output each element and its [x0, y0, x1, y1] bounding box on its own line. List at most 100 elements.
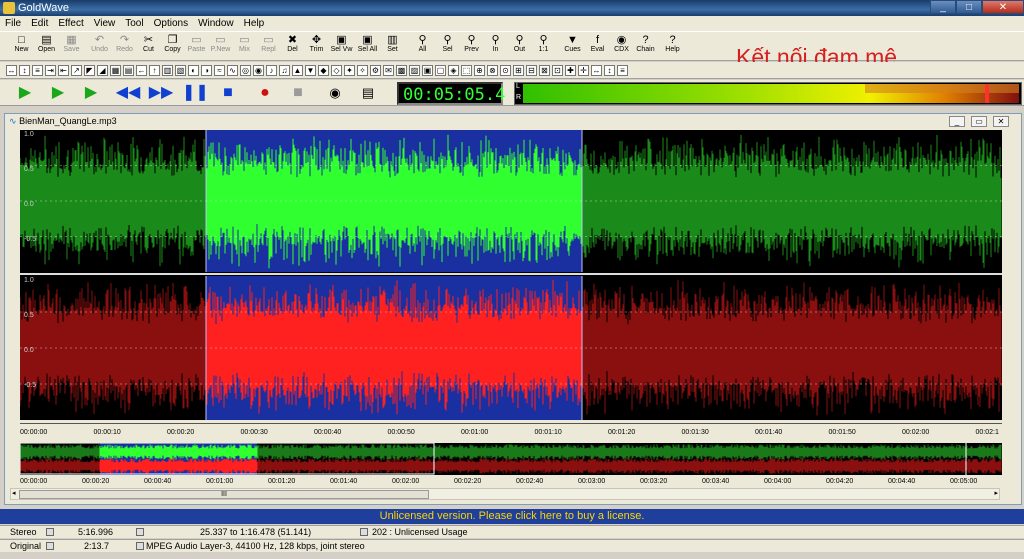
- effect-tool-icon[interactable]: ◈: [448, 65, 459, 76]
- effect-tool-icon[interactable]: ⇥: [45, 65, 56, 76]
- effect-tool-icon[interactable]: ◢: [97, 65, 108, 76]
- effect-tool-icon[interactable]: ≈: [214, 65, 225, 76]
- chain-button[interactable]: ? Chain: [634, 34, 657, 61]
- effect-tool-icon[interactable]: ↔: [591, 65, 602, 76]
- effect-tool-icon[interactable]: ⊡: [552, 65, 563, 76]
- horizontal-scrollbar[interactable]: ◂ III ▸: [10, 488, 1000, 500]
- effect-tool-icon[interactable]: ✉: [383, 65, 394, 76]
- open-button[interactable]: ▤ Open: [35, 34, 58, 61]
- effect-tool-icon[interactable]: ⬚: [461, 65, 472, 76]
- zoom-in-button[interactable]: ⚲ In: [484, 34, 507, 61]
- effect-tool-icon[interactable]: ⚙: [370, 65, 381, 76]
- time-ruler[interactable]: 00:00:00 00:00:10 00:00:20 00:00:30 00:00:40…: [20, 423, 1002, 437]
- trim-button[interactable]: ✥ Trim: [305, 34, 328, 61]
- effect-tool-icon[interactable]: ▼: [305, 65, 316, 76]
- effect-tool-icon[interactable]: ∿: [227, 65, 238, 76]
- menu-options[interactable]: Options: [149, 16, 193, 31]
- effect-tool-icon[interactable]: ▧: [175, 65, 186, 76]
- menu-effect[interactable]: Effect: [53, 16, 88, 31]
- effect-tool-icon[interactable]: ▲: [292, 65, 303, 76]
- menu-edit[interactable]: Edit: [26, 16, 53, 31]
- effect-tool-icon[interactable]: ⊠: [539, 65, 550, 76]
- effect-tool-icon[interactable]: ▦: [110, 65, 121, 76]
- record-button[interactable]: ●: [252, 83, 278, 103]
- monitor-toggle-icon[interactable]: ◉: [322, 83, 348, 103]
- control-properties-icon[interactable]: ▤: [355, 83, 381, 103]
- stop-button[interactable]: ■: [215, 83, 241, 103]
- effect-tool-icon[interactable]: ▩: [396, 65, 407, 76]
- redo-button[interactable]: ↷ Redo: [113, 34, 136, 61]
- maximize-button[interactable]: □: [956, 0, 982, 14]
- effect-tool-icon[interactable]: ◤: [84, 65, 95, 76]
- delete-button[interactable]: ✖ Del: [281, 34, 304, 61]
- scroll-left-arrow-icon[interactable]: ◂: [12, 489, 16, 497]
- zoom-out-button[interactable]: ⚲ Out: [508, 34, 531, 61]
- effect-tool-icon[interactable]: ▨: [409, 65, 420, 76]
- effect-tool-icon[interactable]: ⊗: [487, 65, 498, 76]
- select-view-button[interactable]: ▣ Sel Vw: [330, 34, 353, 61]
- play-custom-button[interactable]: ▶: [78, 83, 104, 103]
- scroll-right-arrow-icon[interactable]: ▸: [994, 489, 998, 497]
- right-channel[interactable]: 1.0 0.5 0.0 -0.5: [20, 276, 1002, 420]
- menu-tool[interactable]: Tool: [120, 16, 148, 31]
- play-selection-button[interactable]: ▶: [45, 83, 71, 103]
- effect-tool-icon[interactable]: ↕: [19, 65, 30, 76]
- undo-button[interactable]: ↶ Undo: [88, 34, 111, 61]
- effect-tool-icon[interactable]: ↔: [6, 65, 17, 76]
- effect-tool-icon[interactable]: ⊙: [500, 65, 511, 76]
- replace-button[interactable]: ▭ Repl: [257, 34, 280, 61]
- left-channel[interactable]: 1.0 0.5 0.0 -0.5: [20, 130, 1002, 272]
- paste-new-button[interactable]: ▭ P.New: [209, 34, 232, 61]
- effect-tool-icon[interactable]: ◇: [331, 65, 342, 76]
- effect-tool-icon[interactable]: ▤: [123, 65, 134, 76]
- fast-forward-button[interactable]: ▶▶: [148, 83, 174, 103]
- zoom-all-button[interactable]: ⚲ All: [411, 34, 434, 61]
- effect-tool-icon[interactable]: ≡: [32, 65, 43, 76]
- effect-tool-icon[interactable]: ⊕: [474, 65, 485, 76]
- cd-button[interactable]: ◉ CDX: [610, 34, 633, 61]
- eval-button[interactable]: f Eval: [586, 34, 609, 61]
- new-button[interactable]: □ New: [10, 34, 33, 61]
- effect-tool-icon[interactable]: ⊟: [526, 65, 537, 76]
- record-stop-button[interactable]: ■: [285, 83, 311, 103]
- play-button[interactable]: ▶: [12, 83, 38, 103]
- menu-window[interactable]: Window: [193, 16, 239, 31]
- effect-tool-icon[interactable]: ♪: [266, 65, 277, 76]
- menu-view[interactable]: View: [89, 16, 121, 31]
- effect-tool-icon[interactable]: ✦: [344, 65, 355, 76]
- effect-tool-icon[interactable]: ◆: [318, 65, 329, 76]
- effect-tool-icon[interactable]: ↑: [149, 65, 160, 76]
- mix-button[interactable]: ▭ Mix: [233, 34, 256, 61]
- copy-button[interactable]: ❐ Copy: [161, 34, 184, 61]
- license-banner[interactable]: Unlicensed version. Please click here to…: [0, 509, 1024, 524]
- paste-button[interactable]: ▭ Paste: [185, 34, 208, 61]
- effect-tool-icon[interactable]: ⊞: [513, 65, 524, 76]
- effect-tool-icon[interactable]: ◐: [188, 65, 199, 76]
- menu-file[interactable]: File: [0, 16, 26, 31]
- effect-tool-icon[interactable]: ▢: [435, 65, 446, 76]
- select-all-button[interactable]: ▣ Sel All: [356, 34, 379, 61]
- doc-minimize-button[interactable]: _: [949, 116, 965, 127]
- rewind-button[interactable]: ◀◀: [115, 83, 141, 103]
- effect-tool-icon[interactable]: ✚: [565, 65, 576, 76]
- doc-close-button[interactable]: ✕: [993, 116, 1009, 127]
- effect-tool-icon[interactable]: ✛: [578, 65, 589, 76]
- effect-tool-icon[interactable]: ▣: [422, 65, 433, 76]
- effect-tool-icon[interactable]: ◉: [253, 65, 264, 76]
- effect-tool-icon[interactable]: ◑: [201, 65, 212, 76]
- effect-tool-icon[interactable]: ←: [136, 65, 147, 76]
- effect-tool-icon[interactable]: ◎: [240, 65, 251, 76]
- zoom-previous-button[interactable]: ⚲ Prev: [460, 34, 483, 61]
- help-button[interactable]: ? Help: [661, 34, 684, 61]
- effect-tool-icon[interactable]: ▥: [162, 65, 173, 76]
- save-button[interactable]: ▦ Save: [60, 34, 83, 61]
- cues-button[interactable]: ▼ Cues: [561, 34, 584, 61]
- pause-button[interactable]: ❚❚: [182, 83, 209, 103]
- doc-restore-button[interactable]: ▭: [971, 116, 987, 127]
- effect-tool-icon[interactable]: ✧: [357, 65, 368, 76]
- effect-tool-icon[interactable]: ↕: [604, 65, 615, 76]
- effect-tool-icon[interactable]: ↗: [71, 65, 82, 76]
- menu-help[interactable]: Help: [239, 16, 270, 31]
- effect-tool-icon[interactable]: ≡: [617, 65, 628, 76]
- scroll-thumb[interactable]: III: [19, 490, 429, 499]
